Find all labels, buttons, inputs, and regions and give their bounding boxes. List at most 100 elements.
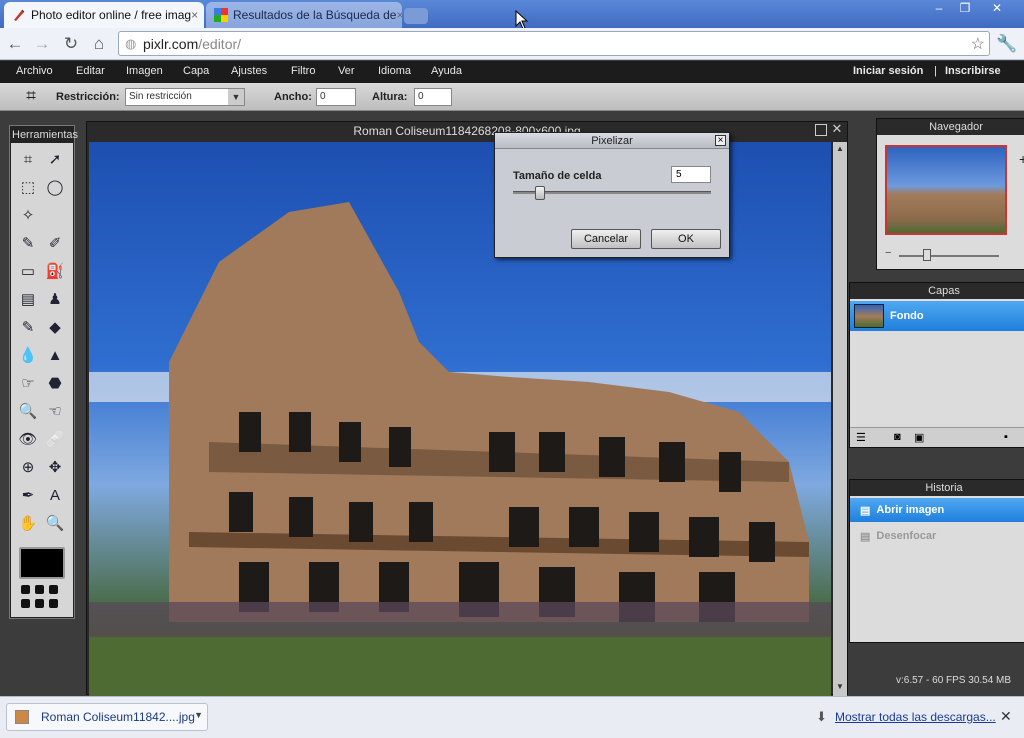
cell-size-input[interactable]: 5 <box>671 166 711 183</box>
sharpen-icon[interactable]: ▲ <box>44 345 66 367</box>
bloat-icon[interactable]: ⊕ <box>17 457 39 479</box>
ok-button[interactable]: OK <box>651 229 721 249</box>
tab-google-results[interactable]: Resultados de la Búsqueda de × <box>206 2 402 28</box>
new-tab-button[interactable] <box>404 8 428 24</box>
scroll-up-icon[interactable]: ▲ <box>835 144 845 154</box>
swatch-slot[interactable] <box>49 599 58 608</box>
move-icon[interactable]: ➚ <box>44 149 66 171</box>
cell-size-slider[interactable] <box>513 186 711 200</box>
red-eye-icon[interactable]: 👁 <box>17 429 39 451</box>
layer-settings-icon[interactable]: ☰ <box>856 431 866 444</box>
crop-icon[interactable]: ⌗ <box>17 149 39 171</box>
pixlr-favicon-icon <box>14 9 25 21</box>
lasso-icon[interactable]: ◯ <box>44 177 66 199</box>
slider-thumb[interactable] <box>535 186 545 200</box>
burn-icon[interactable]: 🔍 <box>17 401 39 423</box>
height-input[interactable]: 0 <box>414 88 452 106</box>
blur-icon[interactable]: 💧 <box>17 345 39 367</box>
layers-panel: Capas Fondo ☰ ◙ ▣ ▪ <box>849 282 1024 448</box>
restriction-select[interactable]: Sin restricción ▼ <box>125 88 245 106</box>
scroll-down-icon[interactable]: ▼ <box>835 682 845 692</box>
swatch-slot[interactable] <box>35 585 44 594</box>
color-replace-icon[interactable]: ✎ <box>17 317 39 339</box>
close-image-icon[interactable]: ✕ <box>830 122 844 136</box>
layers-toolbar: ☰ ◙ ▣ ▪ <box>850 427 1024 447</box>
layer-mask-icon[interactable]: ◙ <box>894 431 901 443</box>
login-link[interactable]: Iniciar sesión <box>853 65 923 77</box>
cancel-button[interactable]: Cancelar <box>571 229 641 249</box>
new-layer-icon[interactable]: ▣ <box>914 431 924 444</box>
tab-close-icon[interactable]: × <box>191 8 198 22</box>
minimize-icon[interactable]: – <box>928 0 950 16</box>
menu-imagen[interactable]: Imagen <box>126 65 163 77</box>
hand-icon[interactable]: ✋ <box>17 513 39 535</box>
address-bar[interactable]: ◍ pixlr.com/editor/ ☆ <box>118 31 990 56</box>
menu-capa[interactable]: Capa <box>183 65 209 77</box>
swatch-slot[interactable] <box>21 599 30 608</box>
menu-idioma[interactable]: Idioma <box>378 65 411 77</box>
magic-wand-icon[interactable]: ✧ <box>17 205 39 227</box>
tools-title: Herramientas <box>11 127 79 143</box>
swatch-slot[interactable] <box>21 585 30 594</box>
download-item[interactable]: Roman Coliseum11842....jpg ▼ <box>6 703 208 731</box>
tab-close-icon[interactable]: × <box>396 8 402 22</box>
dodge-icon[interactable]: ☜ <box>44 401 66 423</box>
menu-ajustes[interactable]: Ajustes <box>231 65 267 77</box>
gradient-icon[interactable]: ▤ <box>17 289 39 311</box>
chevron-down-icon[interactable]: ▼ <box>228 89 244 105</box>
menu-filtro[interactable]: Filtro <box>291 65 315 77</box>
restriction-label: Restricción: <box>56 91 120 103</box>
swatch-slot[interactable] <box>35 599 44 608</box>
pencil-icon[interactable]: ✎ <box>17 233 39 255</box>
brush-icon[interactable]: ✐ <box>44 233 66 255</box>
chevron-down-icon[interactable]: ▼ <box>194 710 203 720</box>
show-all-downloads-link[interactable]: Mostrar todas las descargas... <box>835 710 996 724</box>
bookmark-star-icon[interactable]: ☆ <box>971 34 985 54</box>
sponge-icon[interactable]: ⬣ <box>44 373 66 395</box>
close-download-bar-icon[interactable]: ✕ <box>1000 708 1012 725</box>
google-favicon-icon <box>214 8 228 22</box>
history-item-blur[interactable]: ▤ Desenfocar <box>850 524 1024 548</box>
layer-row-fondo[interactable]: Fondo <box>850 301 1024 331</box>
paint-bucket-icon[interactable]: ⛽ <box>44 261 66 283</box>
zoom-out-icon[interactable]: − <box>885 247 891 259</box>
close-window-icon[interactable]: ✕ <box>986 0 1008 16</box>
mouse-cursor-icon <box>515 10 529 30</box>
text-icon[interactable]: A <box>44 485 66 507</box>
reload-icon[interactable]: ↻ <box>60 33 82 55</box>
menu-ayuda[interactable]: Ayuda <box>431 65 462 77</box>
swatch-slot[interactable] <box>49 585 58 594</box>
eraser-icon[interactable]: ▭ <box>17 261 39 283</box>
history-item-open[interactable]: ▤ Abrir imagen <box>850 498 1024 522</box>
zoom-slider-thumb[interactable] <box>923 249 931 261</box>
vertical-scrollbar[interactable]: ▲ ▼ <box>833 142 847 696</box>
dialog-close-icon[interactable]: × <box>715 135 726 146</box>
zoom-slider[interactable] <box>899 249 999 261</box>
maximize-icon[interactable] <box>815 124 827 136</box>
spot-heal-icon[interactable]: 🩹 <box>44 429 66 451</box>
back-arrow-icon[interactable]: ← <box>4 33 26 55</box>
pinch-icon[interactable]: ✥ <box>44 457 66 479</box>
delete-layer-icon[interactable]: ▪ <box>1004 431 1008 443</box>
image-window-title: Roman Coliseum1184268208-800x600.jpg <box>353 124 581 138</box>
forward-arrow-icon[interactable]: → <box>31 33 53 55</box>
width-label: Ancho: <box>274 91 312 103</box>
clone-stamp-icon[interactable]: ♟ <box>44 289 66 311</box>
tab-pixlr[interactable]: Photo editor online / free imag × <box>4 2 204 28</box>
home-icon[interactable]: ⌂ <box>88 33 110 55</box>
menu-archivo[interactable]: Archivo <box>16 65 53 77</box>
marquee-icon[interactable]: ⬚ <box>17 177 39 199</box>
menu-ver[interactable]: Ver <box>338 65 355 77</box>
zoom-in-icon[interactable]: + <box>1019 151 1024 167</box>
wrench-icon[interactable]: 🔧 <box>996 33 1018 55</box>
signup-link[interactable]: Inscribirse <box>945 65 1001 77</box>
shape-icon[interactable]: ◆ <box>44 317 66 339</box>
smudge-icon[interactable]: ☞ <box>17 373 39 395</box>
restore-icon[interactable]: ❐ <box>954 0 976 16</box>
width-input[interactable]: 0 <box>316 88 356 106</box>
menu-editar[interactable]: Editar <box>76 65 105 77</box>
zoom-icon[interactable]: 🔍 <box>44 513 66 535</box>
color-swatch[interactable] <box>19 547 65 579</box>
navigator-thumbnail[interactable] <box>885 145 1007 235</box>
eyedropper-icon[interactable]: ✒ <box>17 485 39 507</box>
